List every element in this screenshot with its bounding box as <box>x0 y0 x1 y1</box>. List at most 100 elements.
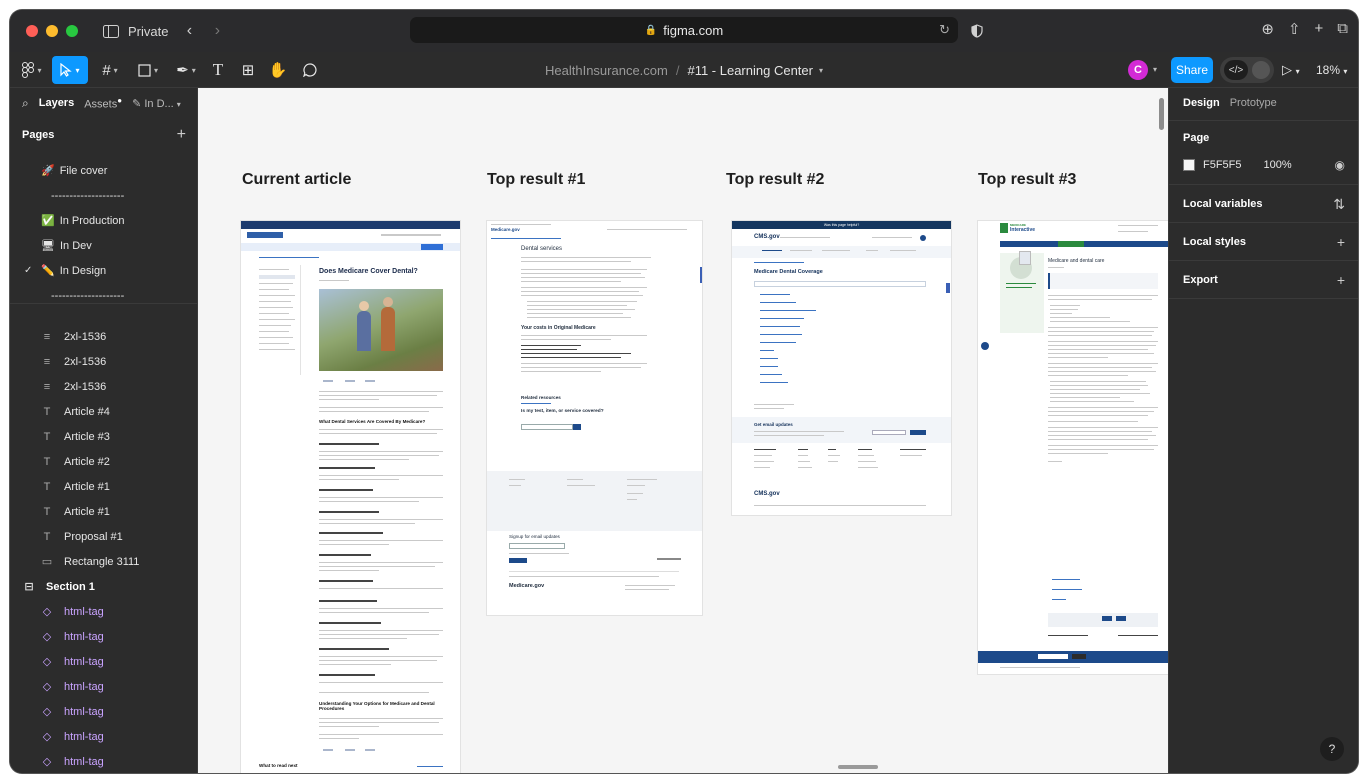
back-icon[interactable]: ‹ <box>178 20 200 42</box>
page-item[interactable]: -------------------- <box>10 183 197 208</box>
artboard-result-3[interactable]: MEDICARE Interactive Medicare and dental… <box>978 221 1168 674</box>
page-color-value[interactable]: F5F5F5 <box>1203 159 1242 171</box>
avatar[interactable]: C <box>1128 60 1148 80</box>
layer-item-label: 2xl-1536 <box>64 355 107 368</box>
dev-mode-toggle[interactable]: </> <box>1220 57 1274 83</box>
main-menu-button[interactable]: ▾ <box>18 52 46 88</box>
tab-overview-icon[interactable]: ⧉ <box>1337 20 1348 38</box>
layer-item[interactable]: T Article #1 <box>10 474 197 499</box>
zoom-level[interactable]: 18% ▾ <box>1316 63 1347 77</box>
text-block-icon: ≡ <box>43 380 51 393</box>
vertical-scrollbar[interactable] <box>1159 98 1164 130</box>
footer-bar <box>978 651 1168 663</box>
layer-item[interactable]: ◇ html-tag <box>10 599 197 624</box>
url-text: figma.com <box>663 22 724 38</box>
layer-item[interactable]: ◇ html-tag <box>10 624 197 649</box>
layer-item[interactable]: T Article #1 <box>10 499 197 524</box>
quote-box <box>1048 273 1158 289</box>
local-variables-title[interactable]: Local variables <box>1183 198 1263 210</box>
horizontal-scrollbar[interactable] <box>838 765 878 769</box>
section-icon: ⊟ <box>24 581 34 593</box>
artboard-result-2[interactable]: Was this page helpful? CMS.gov Medicare … <box>732 221 951 515</box>
present-button[interactable]: ▷ ▾ <box>1282 62 1300 78</box>
maximize-window-button[interactable] <box>66 25 78 37</box>
tab-design[interactable]: Design <box>1183 97 1220 109</box>
top-bar <box>241 221 460 229</box>
layer-item[interactable]: ▭ Rectangle 3111 <box>10 549 197 574</box>
page-item[interactable]: -------------------- <box>10 283 197 308</box>
pen-tool-button[interactable]: ✒ ▾ <box>170 52 202 88</box>
rectangle-icon: ▭ <box>41 556 53 568</box>
help-button[interactable]: ? <box>1320 737 1344 761</box>
search-icon[interactable]: ⌕ <box>22 96 29 111</box>
layer-item[interactable]: T Article #4 <box>10 399 197 424</box>
frame-label-result-2[interactable]: Top result #2 <box>726 171 824 189</box>
text-block-icon: ≡ <box>43 355 51 368</box>
unread-dot-icon: ● <box>117 95 123 105</box>
page-color-swatch[interactable] <box>1183 159 1195 171</box>
new-tab-icon[interactable]: + <box>1315 20 1324 38</box>
layer-item[interactable]: ≡ 2xl-1536 <box>10 349 197 374</box>
layer-item[interactable]: ≡ 2xl-1536 <box>10 324 197 349</box>
hand-tool-button[interactable]: ✋ <box>266 52 290 88</box>
page-emoji-icon: ✅ <box>41 215 55 227</box>
tab-prototype[interactable]: Prototype <box>1230 97 1277 109</box>
add-style-icon[interactable]: + <box>1337 234 1345 250</box>
layer-item[interactable]: T Proposal #1 <box>10 524 197 549</box>
resources-tool-button[interactable]: ⊞ <box>236 52 260 88</box>
share-page-icon[interactable]: ⇧ <box>1288 20 1301 38</box>
canvas[interactable]: Current article Top result #1 Top result… <box>198 88 1168 773</box>
shield-icon[interactable] <box>966 20 988 42</box>
comment-icon <box>303 63 317 77</box>
frame-label-result-1[interactable]: Top result #1 <box>487 171 585 189</box>
minimize-window-button[interactable] <box>46 25 58 37</box>
frame-tool-button[interactable]: # ▾ <box>94 52 126 88</box>
tab-layers[interactable]: Layers <box>39 97 74 109</box>
share-button[interactable]: Share <box>1171 57 1213 83</box>
layer-item[interactable]: ◇ html-tag <box>10 674 197 699</box>
page-item[interactable]: 🚀 File cover <box>10 158 197 183</box>
add-page-icon[interactable]: + <box>177 126 186 144</box>
shape-tool-button[interactable]: ▾ <box>132 52 164 88</box>
file-name[interactable]: #11 - Learning Center <box>687 63 813 78</box>
variables-settings-icon[interactable]: ⇅ <box>1333 196 1345 213</box>
page-opacity-value[interactable]: 100% <box>1264 159 1292 171</box>
tab-in-design[interactable]: ✎ In D... ▾ <box>132 97 181 110</box>
panel-divider <box>1169 298 1358 299</box>
chevron-down-icon[interactable]: ▾ <box>819 66 823 75</box>
artboard-result-1[interactable]: Medicare.gov Dental services Your costs … <box>487 221 702 615</box>
sidebar-toggle-icon[interactable] <box>100 20 122 42</box>
layer-item[interactable]: ◇ html-tag <box>10 724 197 749</box>
chevron-down-icon[interactable]: ▾ <box>1153 65 1157 74</box>
add-export-icon[interactable]: + <box>1337 272 1345 288</box>
eye-icon[interactable]: ◉ <box>1335 158 1345 172</box>
layer-item[interactable]: ◇ html-tag <box>10 749 197 773</box>
artboard-current-article[interactable]: Does Medicare Cover Dental? What Dental … <box>241 221 460 773</box>
page-heading: Medicare Dental Coverage <box>754 269 823 275</box>
layer-item[interactable]: T Article #3 <box>10 424 197 449</box>
browser-actions: ⊕ ⇧ + ⧉ <box>1261 20 1348 38</box>
move-tool-button[interactable]: ▾ <box>52 56 88 84</box>
download-icon[interactable]: ⊕ <box>1261 20 1274 38</box>
layer-item[interactable]: ◇ html-tag <box>10 649 197 674</box>
address-bar[interactable]: 🔒 figma.com ↻ <box>410 17 958 43</box>
comment-tool-button[interactable] <box>298 52 322 88</box>
tab-assets[interactable]: Assets● <box>84 96 122 111</box>
text-tool-button[interactable]: T <box>206 52 230 88</box>
frame-label-result-3[interactable]: Top result #3 <box>978 171 1076 189</box>
page-section-title: Page <box>1183 132 1210 144</box>
text-icon: T <box>43 455 51 468</box>
page-item[interactable]: ✓ ✏️ In Design <box>10 258 197 283</box>
page-item[interactable]: 🖥 In Dev <box>10 233 197 258</box>
frame-label-current[interactable]: Current article <box>242 171 351 189</box>
close-window-button[interactable] <box>26 25 38 37</box>
page-fill-row[interactable]: F5F5F5 100% ◉ <box>1183 155 1345 175</box>
layer-item[interactable]: ◇ html-tag <box>10 699 197 724</box>
layer-item[interactable]: T Article #2 <box>10 449 197 474</box>
layer-item[interactable]: ⊟ Section 1 <box>10 574 197 599</box>
forward-icon[interactable]: › <box>206 20 228 42</box>
page-item[interactable]: ✅ In Production <box>10 208 197 233</box>
project-name[interactable]: HealthInsurance.com <box>545 63 668 78</box>
layer-item[interactable]: ≡ 2xl-1536 <box>10 374 197 399</box>
reload-icon[interactable]: ↻ <box>939 22 950 38</box>
